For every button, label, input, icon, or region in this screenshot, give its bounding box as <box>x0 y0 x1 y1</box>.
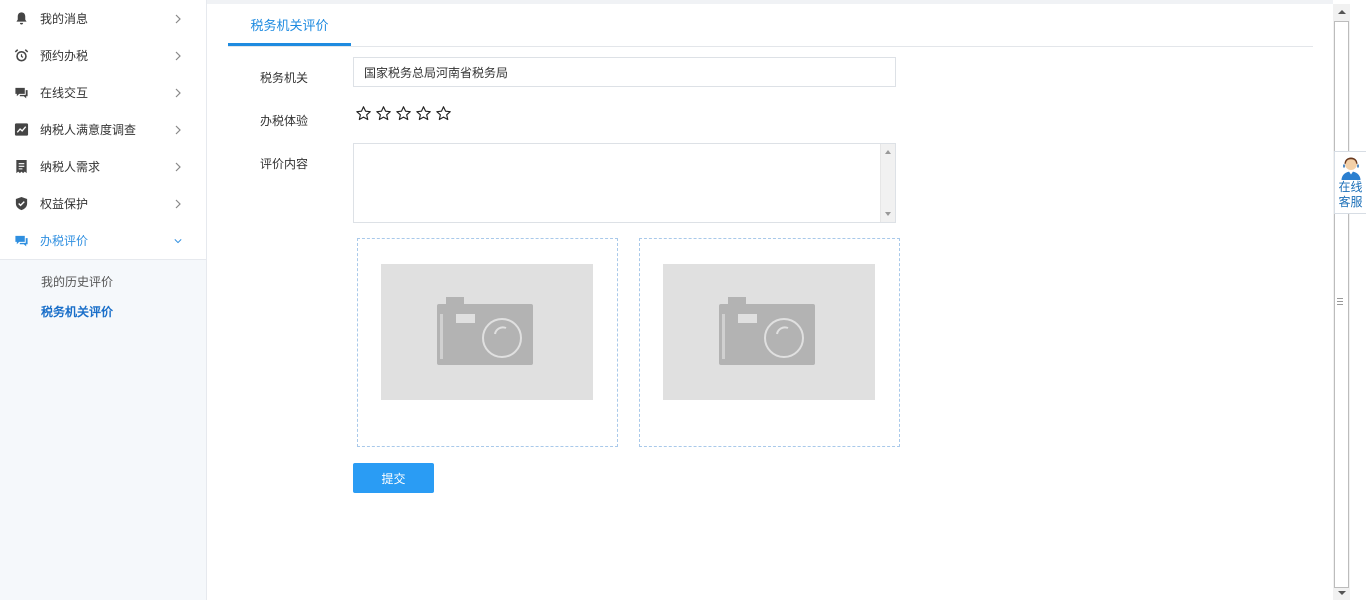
sidebar-item-messages[interactable]: 我的消息 <box>0 0 206 37</box>
star-outline-icon[interactable] <box>353 103 373 123</box>
sidebar-item-label: 预约办税 <box>40 49 89 63</box>
star-outline-icon[interactable] <box>433 103 453 123</box>
sidebar-subitem-history[interactable]: 我的历史评价 <box>0 267 206 297</box>
authority-label: 税务机关 <box>260 71 309 85</box>
sidebar-item-rights-protection[interactable]: 权益保护 <box>0 185 206 222</box>
online-service-widget[interactable]: 在线 客服 <box>1334 151 1366 214</box>
image-placeholder <box>663 264 875 400</box>
customer-service-avatar-icon <box>1341 157 1360 180</box>
scroll-up-arrow-icon[interactable] <box>1338 10 1346 14</box>
scroll-down-arrow-icon[interactable] <box>1338 591 1346 595</box>
submit-button[interactable]: 提交 <box>353 463 434 493</box>
scroll-up-arrow-icon[interactable] <box>885 150 891 154</box>
sidebar: 我的消息 预约办税 在线交互 纳税人满意度调查 纳税人需求 权益保护 办税评价 … <box>0 0 207 600</box>
page-scrollbar[interactable] <box>1333 4 1350 600</box>
document-icon <box>14 159 29 174</box>
camera-icon <box>719 297 815 365</box>
sidebar-item-label: 权益保护 <box>40 197 89 211</box>
sidebar-menu: 我的消息 预约办税 在线交互 纳税人满意度调查 纳税人需求 权益保护 办税评价 <box>0 0 206 259</box>
alarm-clock-icon <box>14 48 29 63</box>
chevron-down-icon <box>174 238 182 243</box>
star-outline-icon[interactable] <box>413 103 433 123</box>
camera-icon <box>437 297 533 365</box>
scrollbar-grip-icon <box>1337 298 1343 305</box>
image-upload-box-1[interactable] <box>357 238 618 447</box>
sidebar-item-tax-evaluation[interactable]: 办税评价 <box>0 222 206 259</box>
star-outline-icon[interactable] <box>373 103 393 123</box>
content-label: 评价内容 <box>260 157 309 171</box>
sidebar-item-appointment[interactable]: 预约办税 <box>0 37 206 74</box>
image-placeholder <box>381 264 593 400</box>
chevron-right-icon <box>175 125 181 134</box>
shield-check-icon <box>14 196 29 211</box>
experience-label: 办税体验 <box>260 114 309 128</box>
chevron-right-icon <box>175 51 181 60</box>
page-root: 我的消息 预约办税 在线交互 纳税人满意度调查 纳税人需求 权益保护 办税评价 … <box>0 0 1366 600</box>
sidebar-submenu: 我的历史评价 税务机关评价 <box>0 259 206 331</box>
tab-bar: 税务机关评价 <box>228 8 1313 47</box>
trend-chart-icon <box>14 122 29 137</box>
tab-authority-evaluation[interactable]: 税务机关评价 <box>228 8 351 46</box>
sidebar-item-label: 纳税人满意度调查 <box>40 123 137 137</box>
sidebar-item-satisfaction-survey[interactable]: 纳税人满意度调查 <box>0 111 206 148</box>
sidebar-item-online-interaction[interactable]: 在线交互 <box>0 74 206 111</box>
star-outline-icon[interactable] <box>393 103 413 123</box>
content-textarea-wrapper <box>353 143 896 223</box>
service-label-line2: 客服 <box>1338 195 1363 209</box>
service-label-line1: 在线 <box>1338 180 1363 194</box>
chat-icon <box>14 85 29 100</box>
sidebar-item-label: 纳税人需求 <box>40 160 101 174</box>
chevron-right-icon <box>175 162 181 171</box>
sidebar-subitem-authority-evaluation[interactable]: 税务机关评价 <box>0 297 206 327</box>
rating-stars <box>353 103 453 123</box>
textarea-scrollbar[interactable] <box>880 144 895 222</box>
chevron-right-icon <box>175 88 181 97</box>
content-textarea[interactable] <box>354 144 881 222</box>
scroll-down-arrow-icon[interactable] <box>885 212 891 216</box>
image-upload-box-2[interactable] <box>639 238 900 447</box>
sidebar-item-label: 我的消息 <box>40 12 89 26</box>
chevron-right-icon <box>175 199 181 208</box>
bell-icon <box>14 11 29 26</box>
comment-icon <box>14 233 29 248</box>
top-divider <box>207 0 1333 4</box>
sidebar-item-label: 在线交互 <box>40 86 89 100</box>
authority-input[interactable] <box>353 57 896 87</box>
sidebar-item-taxpayer-needs[interactable]: 纳税人需求 <box>0 148 206 185</box>
chevron-right-icon <box>175 14 181 23</box>
sidebar-item-label: 办税评价 <box>40 234 89 248</box>
